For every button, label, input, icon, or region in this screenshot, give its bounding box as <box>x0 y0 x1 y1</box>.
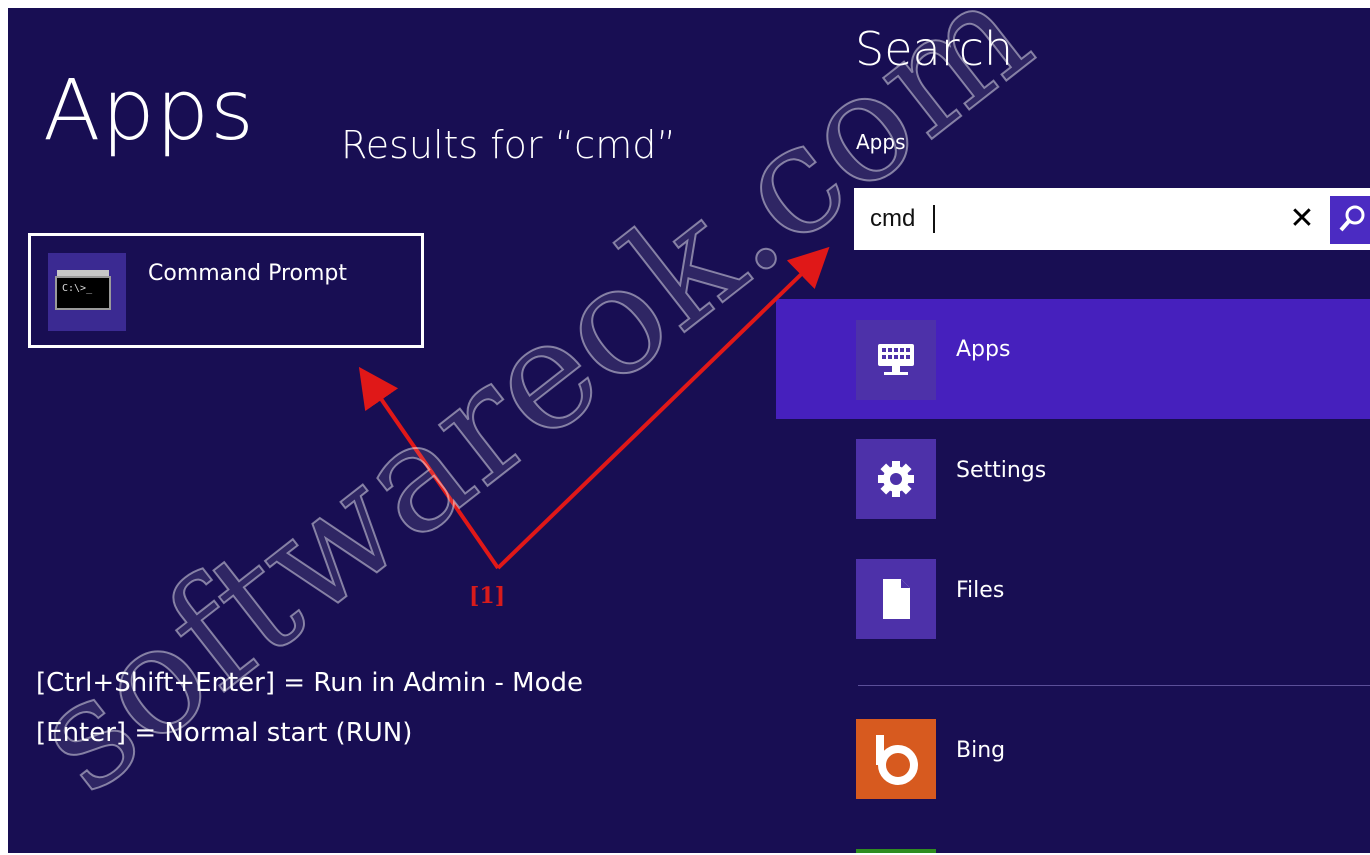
arrow-to-command-prompt <box>358 366 500 570</box>
start-screen: Apps Results for “cmd” C:\>_ Command Pro… <box>8 8 1370 853</box>
annotation-arrows <box>358 246 830 570</box>
arrow-to-search-box <box>496 246 830 570</box>
